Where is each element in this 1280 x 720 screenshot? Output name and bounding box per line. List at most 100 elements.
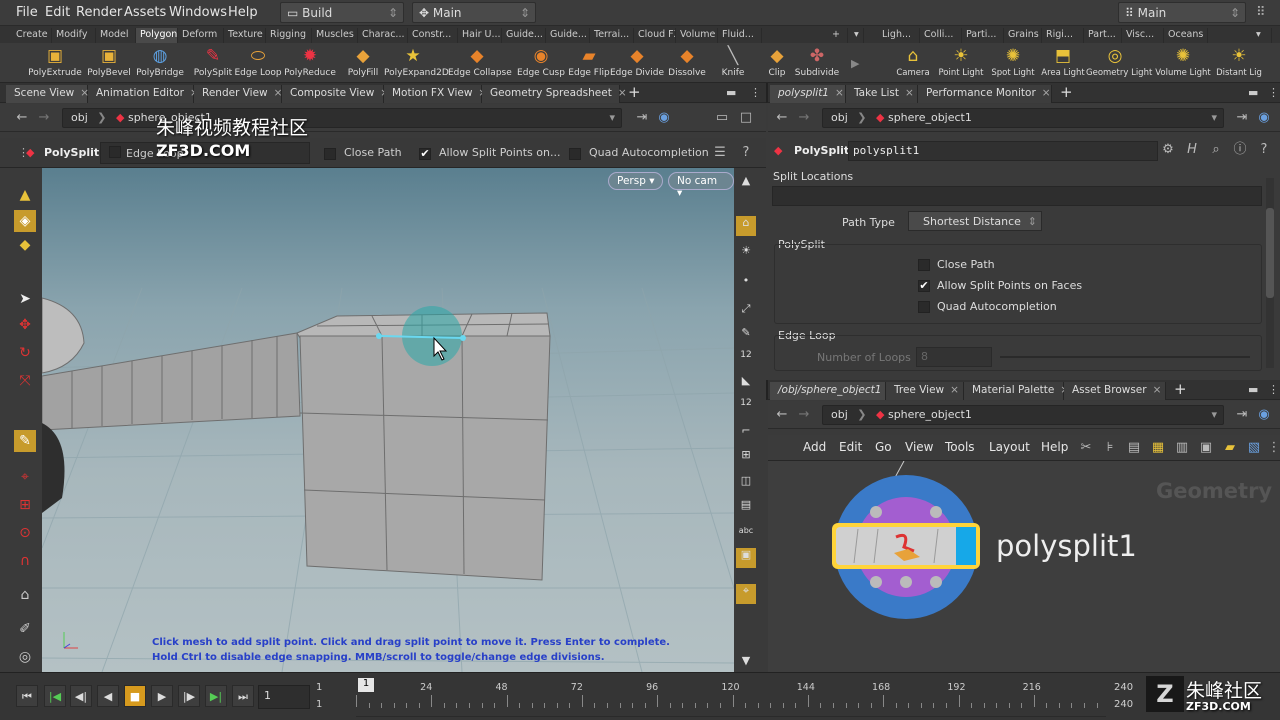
close-icon[interactable]: × — [950, 384, 959, 396]
image-icon[interactable]: ▣ — [1198, 440, 1214, 456]
handle-tool-icon[interactable]: ✎ — [14, 430, 36, 452]
shelf-tool-polyextrude[interactable]: ▣ PolyExtrude — [26, 45, 84, 78]
shelf-tab[interactable]: Fluid... — [718, 28, 762, 43]
rotate-icon[interactable]: ↻ — [14, 342, 36, 364]
pane-tab[interactable]: /obj/sphere_object1× — [770, 382, 896, 400]
options-icon[interactable]: ☰ — [712, 145, 728, 161]
camera-tool-icon[interactable]: ⌂ — [14, 584, 36, 606]
end-frame[interactable]: 240 — [1114, 682, 1133, 693]
twelve-icon[interactable]: 12 — [738, 350, 754, 366]
node-output-connector[interactable] — [870, 576, 882, 588]
start-frame[interactable]: 1 — [316, 682, 322, 693]
paint-icon[interactable]: ✐ — [14, 618, 36, 640]
pin-icon[interactable]: ⇥ — [1234, 407, 1250, 423]
add-tab-icon[interactable]: + — [828, 28, 848, 43]
jump-start-icon[interactable]: ⏮ — [16, 685, 38, 707]
pane-tab[interactable]: Take List × — [846, 85, 918, 103]
allow-split-checkbox[interactable]: ✔ — [419, 148, 431, 160]
add-tab-icon[interactable]: + — [628, 83, 641, 101]
node-output-connector[interactable] — [900, 576, 912, 588]
brush-icon[interactable]: ✎ — [738, 326, 754, 342]
play-icon[interactable]: ▶ — [151, 685, 173, 707]
forward-arrow-icon[interactable]: → — [796, 110, 812, 126]
shelf-tab[interactable]: Guide... — [546, 28, 590, 43]
path-root[interactable]: obj — [831, 408, 848, 421]
maximize-icon[interactable]: ▭ — [714, 110, 730, 126]
shelf-tool-area-light[interactable]: ⬒ Area Light — [1034, 45, 1092, 78]
abc-icon[interactable]: abc — [738, 526, 754, 542]
background-image-icon[interactable]: ▣ — [736, 548, 756, 568]
close-path-checkbox[interactable] — [324, 148, 336, 160]
chevron-down-icon[interactable]: ▾ — [1211, 408, 1217, 421]
node-label[interactable]: polysplit1 — [996, 529, 1137, 563]
forward-arrow-icon[interactable]: → — [36, 110, 52, 126]
forward-arrow-icon[interactable]: → — [796, 407, 812, 423]
number-of-loops-field[interactable]: 8 — [916, 347, 992, 367]
shelf-tab[interactable]: Rigi... — [1042, 28, 1084, 43]
close-icon[interactable]: × — [618, 87, 627, 99]
node-input-connector[interactable] — [870, 506, 882, 518]
shelf-tool-polyexpand2d[interactable]: ★ PolyExpand2D — [384, 45, 449, 78]
pane-tab[interactable]: Tree View × — [886, 382, 964, 400]
select-mode-icon[interactable]: ▲ — [14, 184, 36, 206]
display-icon[interactable]: ◣ — [738, 374, 754, 390]
end-frame-2[interactable]: 240 — [1114, 699, 1133, 710]
corner-icon[interactable]: ⌐ — [738, 424, 754, 440]
path-type-dropdown[interactable]: Shortest Distance ⇕ — [908, 211, 1042, 231]
chevron-down-icon[interactable]: ▾ — [1252, 28, 1272, 43]
network-menu-help[interactable]: Help — [1041, 440, 1068, 454]
chevron-down-icon[interactable]: ▾ — [1211, 111, 1217, 124]
shelf-tab[interactable]: Hair U... — [458, 28, 502, 43]
shelf-tool-polyreduce[interactable]: ✹ PolyReduce — [281, 45, 339, 78]
snap-icon[interactable]: ⌖ — [14, 466, 36, 488]
add-tab-icon[interactable]: + — [1174, 380, 1187, 398]
maximize-icon[interactable]: ▬ — [1248, 86, 1258, 99]
shelf-tool-distant-lig[interactable]: ☀ Distant Lig — [1210, 45, 1268, 78]
shelf-tool-polybridge[interactable]: ◍ PolyBridge — [131, 45, 189, 78]
pane-tab[interactable]: Performance Monitor × — [918, 85, 1052, 103]
close-icon[interactable]: × — [1042, 87, 1051, 99]
shelf-tool-subdivide[interactable]: ✤ Subdivide — [788, 45, 846, 78]
close-icon[interactable]: × — [835, 87, 844, 99]
shelf-tab[interactable]: Parti... — [962, 28, 1004, 43]
menu-file[interactable]: File — [16, 5, 38, 20]
shelf-tab[interactable]: Terrai... — [590, 28, 634, 43]
points-mode-icon[interactable]: ◈ — [14, 210, 36, 232]
shelf-tool-edge-collapse[interactable]: ◆ Edge Collapse — [448, 45, 512, 78]
pane-menu-icon[interactable]: ⋮ — [1268, 383, 1279, 396]
network-menu-tools[interactable]: Tools — [945, 440, 975, 454]
network-menu-add[interactable]: Add — [803, 440, 826, 454]
shading-icon[interactable]: ▤ — [738, 498, 754, 514]
pane-menu-icon[interactable]: ⋮ — [1268, 86, 1279, 99]
path-node[interactable]: sphere_object1 — [888, 408, 972, 421]
grid-icon[interactable]: ▦ — [1150, 440, 1166, 456]
network-editor[interactable]: Geometry polysplit1 — [768, 461, 1280, 672]
network-menu-view[interactable]: View — [905, 440, 933, 454]
prims-mode-icon[interactable]: ◆ — [14, 234, 36, 256]
shelf-tab[interactable]: Constr... — [408, 28, 458, 43]
path-field[interactable]: obj ❯ ◆ sphere_object1 ▾ — [822, 108, 1224, 128]
node-output-connector[interactable] — [930, 576, 942, 588]
camera-icon[interactable]: ⌂ — [736, 216, 756, 236]
back-arrow-icon[interactable]: ← — [774, 110, 790, 126]
shelf-tab[interactable]: Charac... — [358, 28, 408, 43]
pane-tab[interactable]: Geometry Spreadsheet × — [482, 85, 627, 103]
light-icon[interactable]: ☀ — [738, 244, 754, 260]
shelf-tool-volume-light[interactable]: ✺ Volume Light — [1154, 45, 1212, 78]
split-point[interactable] — [376, 333, 382, 339]
step-back-icon[interactable]: ◀| — [70, 685, 92, 707]
pane-tab[interactable]: Scene View × — [6, 85, 89, 103]
tiles-icon[interactable]: ▥ — [1174, 440, 1190, 456]
pane-tab[interactable]: Render View × — [194, 85, 282, 103]
close-path-checkbox[interactable] — [918, 259, 930, 271]
3d-viewport[interactable]: Persp ▾ No cam ▾ Click mesh to add split… — [42, 168, 734, 672]
snap-grid-icon[interactable]: ⊞ — [14, 494, 36, 516]
pane-tab[interactable]: Composite View× — [282, 85, 389, 103]
scroll-up-icon[interactable]: ▲ — [738, 174, 754, 190]
link-icon[interactable]: ◉ — [1256, 110, 1272, 126]
shelf-tab[interactable]: Grains — [1004, 28, 1042, 43]
panel-icon[interactable]: □ — [738, 110, 754, 126]
close-icon[interactable]: × — [1153, 384, 1162, 396]
shelf-tool-geometry-light[interactable]: ◎ Geometry Light — [1086, 45, 1152, 78]
scale-icon[interactable]: ⤧ — [14, 370, 36, 392]
